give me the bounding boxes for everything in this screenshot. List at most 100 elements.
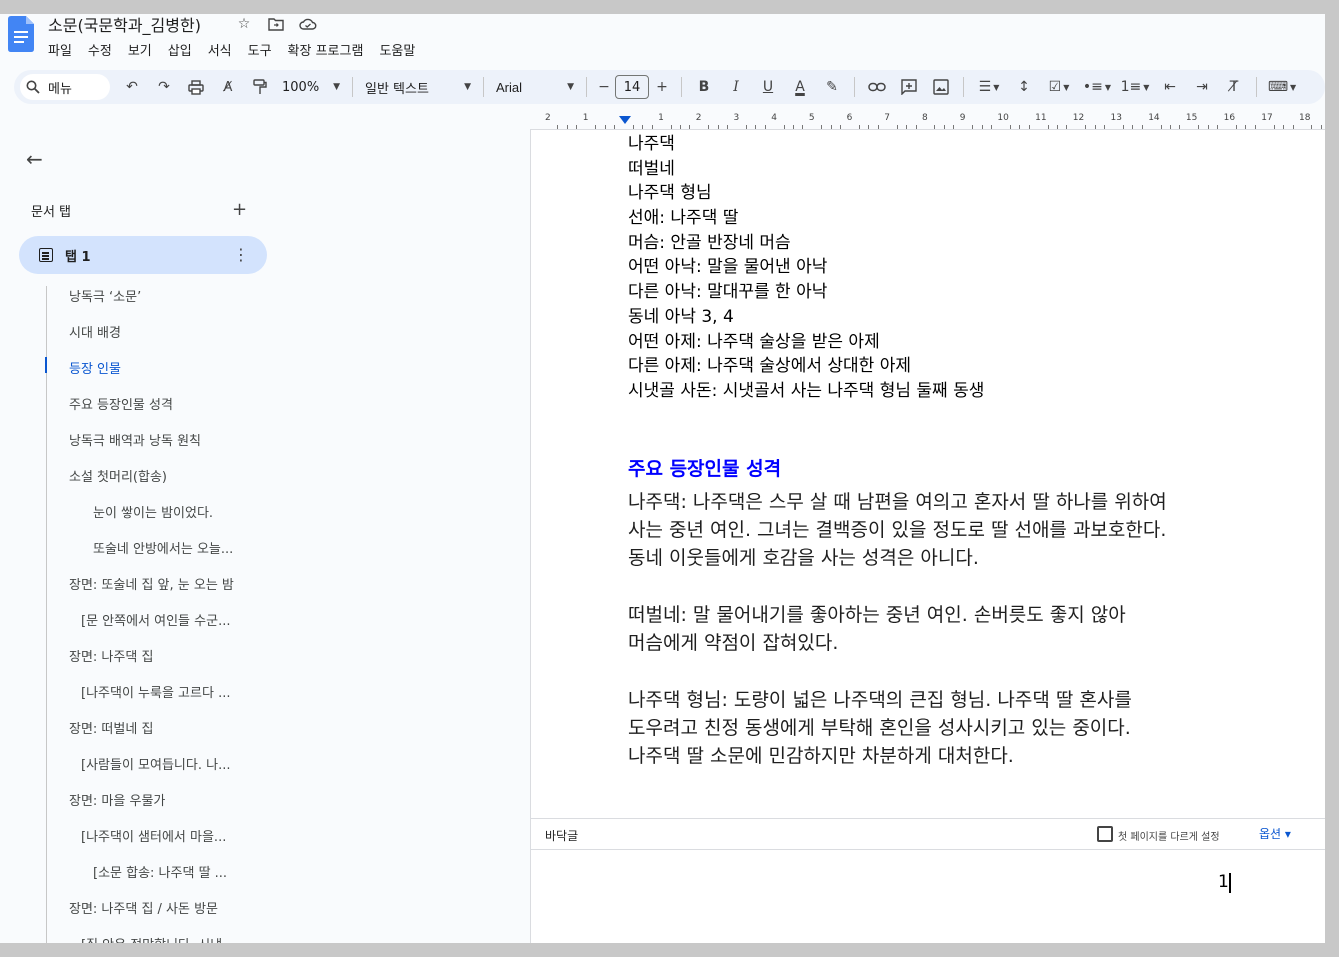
menu-insert[interactable]: 삽입 — [160, 38, 200, 61]
cast-line: 시냇골 사돈: 시냇골서 사는 나주댁 형님 둘째 동생 — [628, 380, 985, 401]
outline-item[interactable]: [소문 합송: 나주댁 딸 ... — [14, 853, 530, 889]
outline-item[interactable]: 장면: 또술네 집 앞, 눈 오는 밤 — [14, 565, 530, 601]
numbered-list-icon[interactable]: 1≡ ▼ — [1116, 74, 1154, 100]
chevron-down-icon: ▼ — [464, 82, 471, 92]
ruler-tick — [1028, 125, 1030, 129]
paragraph-line: 동네 이웃들에게 호감을 사는 성격은 아니다. — [628, 547, 979, 569]
menu-tools[interactable]: 도구 — [240, 38, 280, 61]
text-cursor — [1229, 873, 1231, 893]
ruler-label: 6 — [846, 113, 853, 123]
cloud-saved-icon[interactable] — [298, 14, 318, 34]
indent-marker[interactable] — [619, 116, 631, 124]
italic-icon[interactable]: I — [720, 74, 752, 100]
outline-item[interactable]: 장면: 나주댁 집 / 사돈 방문 — [14, 889, 530, 925]
ruler-tick — [934, 125, 936, 129]
move-folder-icon[interactable] — [266, 14, 286, 34]
outline-item[interactable]: 장면: 나주댁 집 — [14, 637, 530, 673]
outline-item[interactable]: 소설 첫머리(합송) — [14, 457, 530, 493]
tab-1[interactable]: 탭 1 ⋮ — [19, 236, 267, 274]
outline-item[interactable]: [사람들이 모여듭니다. 나... — [14, 745, 530, 781]
paint-format-icon[interactable] — [244, 74, 276, 100]
style-select[interactable]: 일반 텍스트 ▼ — [359, 74, 477, 100]
outline-item[interactable]: 주요 등장인물 성격 — [14, 385, 530, 421]
outline-item[interactable]: 낭독극 ‘소문’ — [14, 277, 530, 313]
underline-icon[interactable]: U — [752, 74, 784, 100]
back-arrow-icon[interactable]: ← — [26, 147, 43, 171]
outline-item[interactable]: 눈이 쌓이는 밤이었다. — [14, 493, 530, 529]
redo-icon[interactable]: ↷ — [148, 74, 180, 100]
document-title[interactable]: 소문(국문학과_김병한) — [48, 12, 201, 36]
font-size-decrease-icon[interactable]: − — [593, 74, 615, 100]
ruler-label: 2 — [545, 113, 551, 123]
outline-item[interactable]: 또술네 안방에서는 오늘... — [14, 529, 530, 565]
outline-item[interactable]: 장면: 마을 우물가 — [14, 781, 530, 817]
bold-icon[interactable]: B — [688, 74, 720, 100]
font-select[interactable]: Arial ▼ — [490, 74, 580, 100]
outline-item[interactable]: [나주댁이 누룩을 고르다 ... — [14, 673, 530, 709]
spellcheck-icon[interactable]: A̸ — [212, 74, 244, 100]
toolbar: 메뉴 ↶ ↷ A̸ 100% ▼ 일반 텍스트 ▼ Arial ▼ − 14 + B … — [14, 70, 1325, 104]
add-tab-icon[interactable]: + — [232, 199, 247, 220]
ruler-tick — [1273, 125, 1275, 129]
ruler-tick — [1009, 125, 1011, 129]
cast-line: 동네 아낙 3, 4 — [628, 306, 734, 327]
line-spacing-icon[interactable]: ↕ — [1008, 74, 1040, 100]
menu-file[interactable]: 파일 — [40, 38, 80, 61]
more-vert-icon[interactable]: ⋮ — [233, 245, 249, 264]
docs-logo-icon[interactable] — [8, 16, 34, 52]
outline-item[interactable]: [문 안쪽에서 여인들 수군... — [14, 601, 530, 637]
ruler-tick — [1085, 125, 1087, 129]
ruler-tick — [793, 125, 794, 129]
undo-icon[interactable]: ↶ — [116, 74, 148, 100]
ruler-tick — [859, 125, 860, 129]
outline-item[interactable]: 시대 배경 — [14, 313, 530, 349]
outline-item[interactable]: 낭독극 배역과 낭독 원칙 — [14, 421, 530, 457]
ruler-tick — [868, 125, 870, 129]
font-size-increase-icon[interactable]: + — [649, 74, 675, 100]
menu-search[interactable]: 메뉴 — [20, 74, 110, 100]
menu-format[interactable]: 서식 — [200, 38, 240, 61]
ruler-label: 18 — [1299, 113, 1311, 123]
outline-item[interactable]: [나주댁이 샘터에서 마을... — [14, 817, 530, 853]
zoom-select[interactable]: 100% ▼ — [276, 74, 346, 100]
ruler-tick — [1207, 125, 1209, 129]
menu-extensions[interactable]: 확장 프로그램 — [280, 38, 372, 61]
menu-search-label: 메뉴 — [48, 81, 72, 97]
input-tools-icon[interactable]: ⌨ ▼ — [1263, 74, 1301, 100]
document-page[interactable]: 나주댁 떠벌네 나주댁 형님 선애: 나주댁 딸 머슴: 안골 반장네 머슴 어떤 아낙:… — [530, 130, 1326, 943]
bulleted-list-icon[interactable]: •≡ ▼ — [1078, 74, 1116, 100]
highlight-icon[interactable]: ✎ — [816, 74, 848, 100]
ruler-tick — [830, 125, 832, 129]
text-color-icon[interactable]: A — [784, 74, 816, 100]
increase-indent-icon[interactable]: ⇥ — [1186, 74, 1218, 100]
document-icon — [39, 248, 53, 262]
page-number[interactable]: 1 — [1218, 872, 1229, 892]
star-icon[interactable]: ☆ — [234, 14, 254, 34]
menu-edit[interactable]: 수정 — [80, 38, 120, 61]
add-comment-icon[interactable] — [893, 74, 925, 100]
footer-options-button[interactable]: 옵션 ▾ — [1259, 825, 1291, 842]
menu-help[interactable]: 도움말 — [371, 38, 423, 61]
outline-item[interactable]: [집 안은 적막합니다. 시냇... — [14, 925, 530, 944]
tab-label: 탭 1 — [65, 249, 91, 265]
horizontal-ruler[interactable]: 2 1 1 2 3 4 5 6 7 8 9 10 11 12 13 14 15 16 17 18 — [530, 110, 1332, 130]
link-icon[interactable] — [861, 74, 893, 100]
insert-image-icon[interactable] — [925, 74, 957, 100]
align-icon[interactable]: ☰ ▼ — [970, 74, 1008, 100]
outline-item[interactable]: 등장 인물 — [14, 349, 530, 385]
checklist-icon[interactable]: ☑ ▼ — [1040, 74, 1078, 100]
ruler-tick — [981, 125, 983, 129]
font-size-input[interactable]: 14 — [615, 75, 649, 99]
decrease-indent-icon[interactable]: ⇤ — [1154, 74, 1186, 100]
ruler-tick — [708, 125, 710, 129]
outline-item[interactable]: 장면: 떠벌네 집 — [14, 709, 530, 745]
menu-view[interactable]: 보기 — [120, 38, 160, 61]
toolbar-divider — [1256, 77, 1257, 97]
different-first-page-checkbox[interactable] — [1097, 826, 1113, 842]
clear-formatting-icon[interactable]: T̸ — [1218, 74, 1250, 100]
ruler-tick — [943, 125, 945, 129]
outline-list: 낭독극 ‘소문’ 시대 배경 등장 인물 주요 등장인물 성격 낭독극 배역과 낭독 원… — [14, 277, 530, 944]
ruler-tick — [877, 125, 879, 129]
ruler-tick — [1170, 125, 1171, 129]
print-icon[interactable] — [180, 74, 212, 100]
